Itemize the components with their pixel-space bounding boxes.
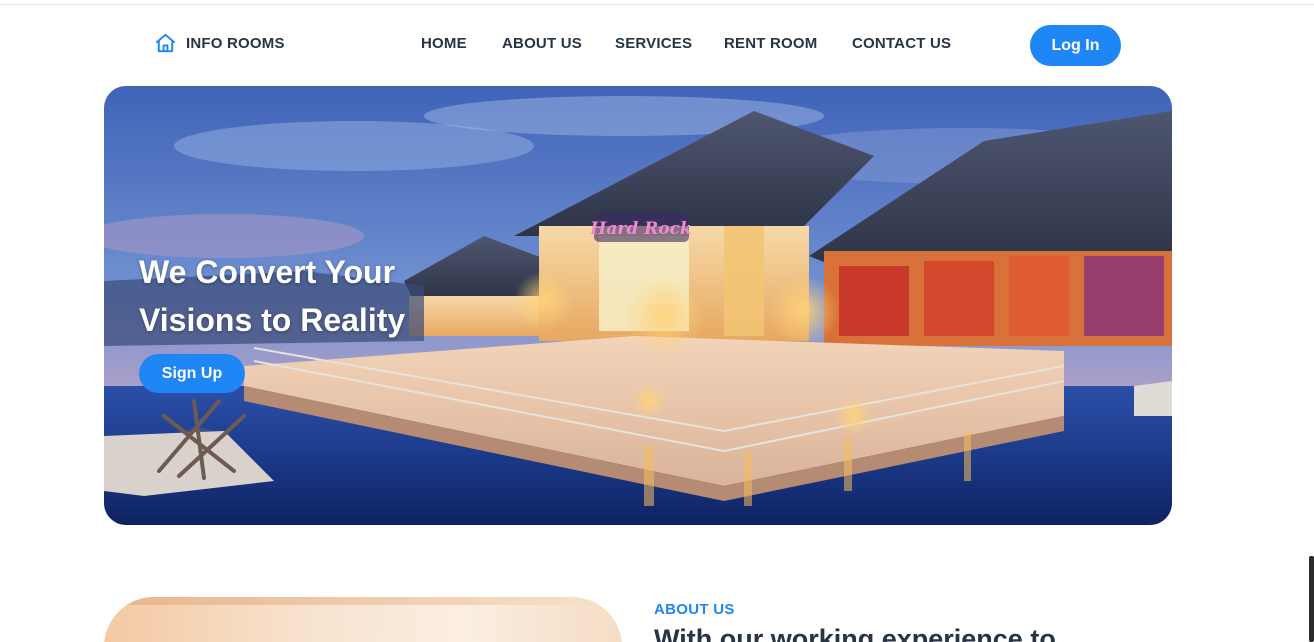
nav-link-rent-room[interactable]: RENT ROOM [724, 35, 817, 52]
hero-title: We Convert Your Visions to Reality [139, 248, 499, 344]
nav-link-services[interactable]: SERVICES [615, 35, 692, 52]
hard-rock-sign: Hard Rock [589, 219, 691, 239]
navbar: INFO ROOMS HOME ABOUT US SERVICES RENT R… [0, 5, 1314, 85]
hero-title-line-2: Visions to Reality [139, 302, 406, 338]
about-image-ceiling [104, 597, 622, 605]
about-section-heading: With our working experience to [654, 624, 1056, 642]
hero-banner: Hard Rock We Convert Your Visions to Rea… [104, 86, 1172, 525]
nav-link-contact-us[interactable]: CONTACT US [852, 35, 951, 52]
about-image [104, 597, 622, 642]
nav-link-about-us[interactable]: ABOUT US [502, 35, 582, 52]
page-scrollbar-thumb[interactable] [1309, 556, 1314, 642]
signup-button[interactable]: Sign Up [139, 354, 245, 393]
login-button[interactable]: Log In [1030, 25, 1121, 66]
about-section-label: ABOUT US [654, 601, 735, 618]
nav-link-home[interactable]: HOME [421, 35, 467, 52]
hero-title-line-1: We Convert Your [139, 254, 396, 290]
